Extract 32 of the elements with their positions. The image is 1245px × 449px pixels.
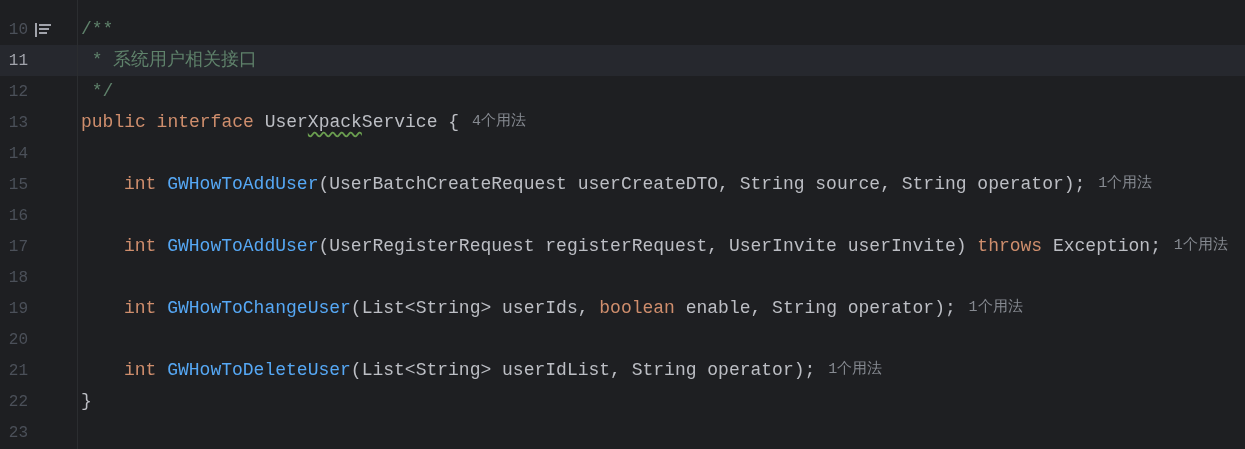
code-text: (UserBatchCreateRequest userCreateDTO, String source, String operator);	[318, 173, 1086, 196]
code-text: enable, String operator);	[685, 297, 956, 320]
method-name: GWHowToDeleteUser	[167, 359, 351, 382]
comment-text: * 系统用户相关接口	[90, 49, 258, 72]
code-text: Xpack	[307, 111, 362, 134]
usages-hint[interactable]: 1个用法	[828, 359, 883, 382]
keyword: boolean	[599, 297, 675, 320]
usages-hint[interactable]: 1个用法	[1098, 173, 1153, 196]
keyword: int	[124, 359, 157, 382]
method-name: GWHowToAddUser	[167, 235, 319, 258]
keyword: public	[81, 111, 146, 134]
code-text: (List<String> userIdList, String operator);	[350, 359, 816, 382]
code-text: }	[81, 390, 92, 413]
code-text: Exception;	[1052, 235, 1161, 258]
code-text: (List<String> userIds,	[350, 297, 589, 320]
method-name: GWHowToChangeUser	[167, 297, 351, 320]
method-name: GWHowToAddUser	[167, 173, 319, 196]
comment-text: /**	[81, 18, 114, 41]
keyword: throws	[977, 235, 1043, 258]
code-text: (UserRegisterRequest registerRequest, UserInvite userInvite)	[318, 235, 967, 258]
code-text: User	[264, 111, 308, 134]
keyword: int	[124, 173, 157, 196]
keyword: int	[124, 297, 157, 320]
rendered-doc-icon[interactable]	[35, 22, 51, 37]
code-text: Service {	[361, 111, 460, 134]
keyword: int	[124, 235, 157, 258]
usages-hint[interactable]: 1个用法	[1173, 235, 1228, 258]
keyword: interface	[156, 111, 254, 134]
usages-hint[interactable]: 1个用法	[968, 297, 1023, 320]
usages-hint[interactable]: 4个用法	[471, 111, 526, 134]
comment-text: */	[90, 80, 114, 103]
line-number: 11	[7, 50, 28, 72]
